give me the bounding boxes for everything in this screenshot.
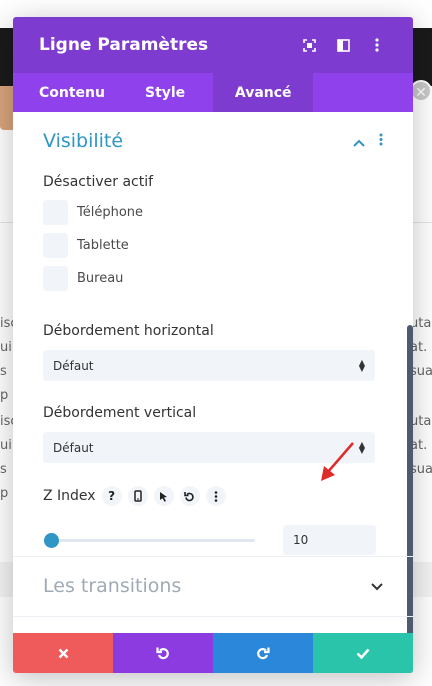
check-icon [356,648,370,659]
section-divider [13,616,413,617]
split-view-icon[interactable] [333,35,353,55]
redo-button[interactable] [213,633,313,673]
visibility-title: Visibilité [43,130,124,152]
checkbox-label: Téléphone [77,205,144,220]
slider-handle[interactable] [44,533,59,548]
overflow-vertical-label: Débordement vertical [43,405,197,421]
visibility-section-header[interactable]: Visibilité [13,112,413,170]
zindex-slider-row: 10 [13,525,413,555]
save-button[interactable] [313,633,413,673]
focus-icon[interactable] [299,35,319,55]
checkbox-row-telephone[interactable]: Téléphone [13,196,413,229]
transitions-section-header[interactable]: Les transitions [13,557,413,615]
checkbox-row-tablette[interactable]: Tablette [13,229,413,262]
section-kebab-icon[interactable] [379,132,383,150]
select-value: Défaut [53,358,94,373]
modal-title: Ligne Paramètres [39,35,209,55]
settings-modal: Ligne Paramètres Contenu Style Avancé Vi… [13,17,413,673]
undo-icon [156,647,169,660]
checkbox-bureau[interactable] [43,266,68,291]
scrollbar[interactable] [407,325,413,673]
phone-icon[interactable] [127,486,148,506]
reset-icon[interactable] [179,486,200,506]
background-text-right: uta at. sua [410,316,432,379]
tab-contenu[interactable]: Contenu [13,73,131,112]
cancel-button[interactable] [13,633,113,673]
checkbox-tablette[interactable] [43,233,68,258]
select-arrows-icon: ▲ ▼ [358,357,365,373]
help-icon[interactable]: ? [101,486,122,506]
background-close-icon[interactable]: ✕ [410,80,432,102]
tab-bar: Contenu Style Avancé [13,73,413,112]
modal-header: Ligne Paramètres [13,17,413,73]
tab-avance[interactable]: Avancé [213,73,314,112]
undo-button[interactable] [113,633,213,673]
tab-style[interactable]: Style [131,73,213,112]
background-text-left: iscuis p [0,414,14,501]
zindex-label: Z Index [43,488,96,504]
zindex-input[interactable]: 10 [283,525,376,555]
red-arrow-annotation [321,442,354,481]
overflow-horizontal-label: Débordement horizontal [43,323,214,339]
modal-body: Visibilité Désactiver actif Téléphone Ta… [13,112,413,673]
checkbox-row-bureau[interactable]: Bureau [13,262,413,295]
chevron-up-icon[interactable] [353,132,365,151]
disable-label: Désactiver actif [43,174,154,190]
cursor-icon[interactable] [153,486,174,506]
kebab-menu-icon[interactable] [367,35,387,55]
background-image-edge [0,86,14,130]
checkbox-label: Bureau [77,271,124,286]
modal-footer [13,633,413,673]
transitions-title: Les transitions [43,575,182,597]
redo-icon [257,647,270,660]
checkbox-label: Tablette [77,238,129,253]
chevron-down-icon[interactable] [371,577,383,595]
overflow-horizontal-select[interactable]: Défaut ▲ ▼ [43,350,375,381]
kebab-icon[interactable] [205,486,226,506]
background-text-left: iscuis p [0,316,14,403]
checkbox-telephone[interactable] [43,200,68,225]
close-icon [58,648,68,658]
background-text-right: uta at. sua [410,414,432,477]
slider-track[interactable] [50,539,255,542]
